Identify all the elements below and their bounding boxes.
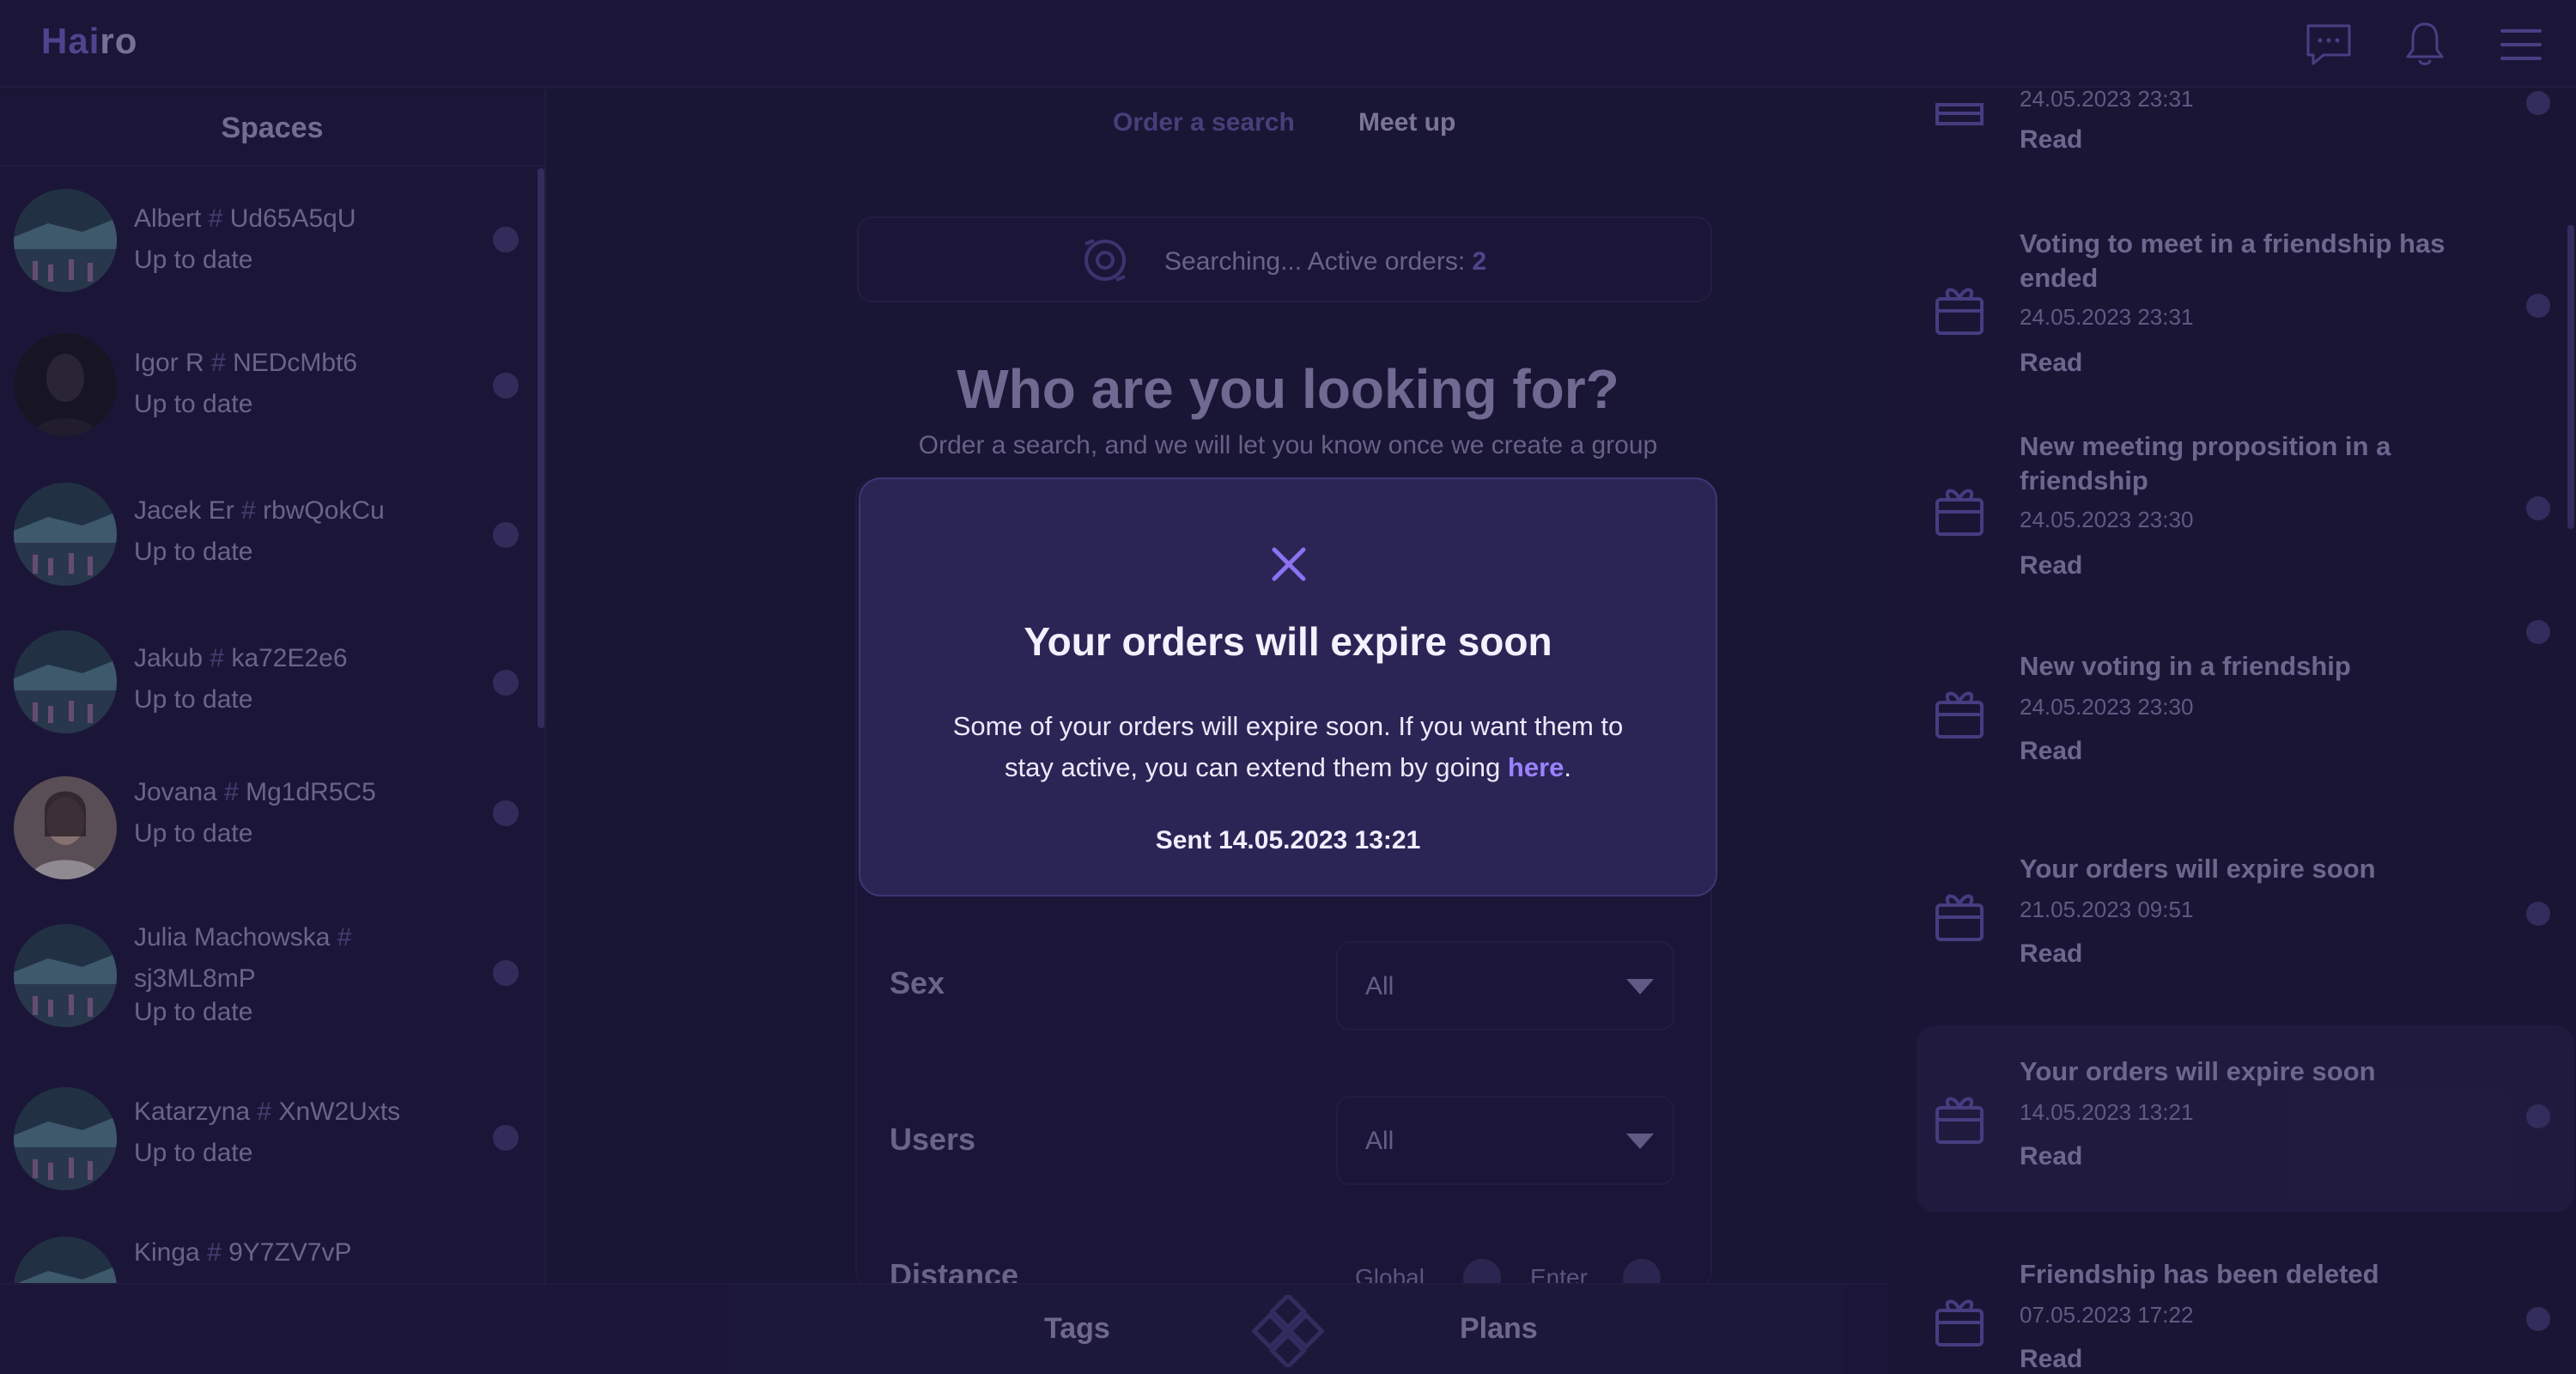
extend-orders-link[interactable]: here	[1508, 752, 1564, 782]
modal-title: Your orders will expire soon	[1024, 619, 1552, 664]
modal-body: Some of your orders will expire soon. If…	[952, 711, 1624, 782]
expire-modal: Your orders will expire soon Some of you…	[859, 477, 1717, 897]
modal-sent-date: Sent 14.05.2023 13:21	[1155, 826, 1421, 854]
close-icon[interactable]	[1267, 543, 1310, 586]
